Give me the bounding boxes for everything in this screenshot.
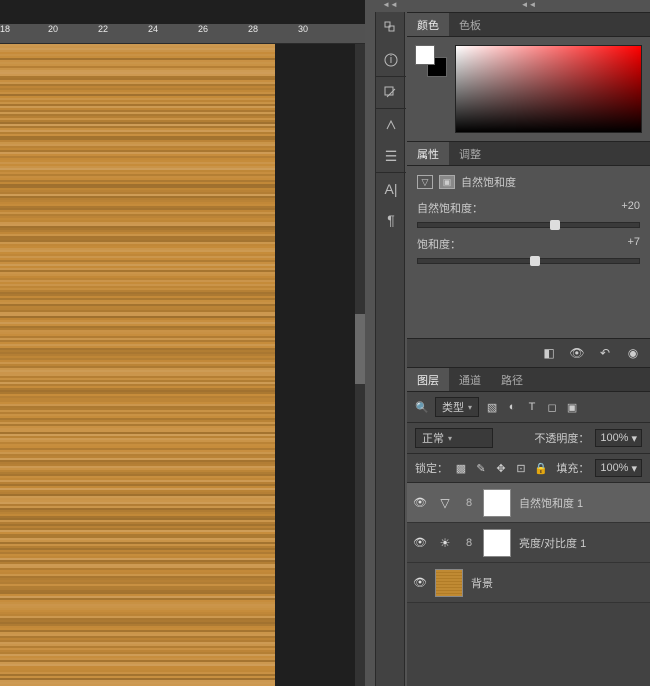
canvas-area: 18 20 22 24 26 28 30 xyxy=(0,0,365,686)
layer-name[interactable]: 亮度/对比度 1 xyxy=(519,535,586,551)
filter-type-icon[interactable]: T xyxy=(525,400,539,414)
slider-track[interactable] xyxy=(417,222,640,228)
filter-type-dropdown[interactable]: 类型▾ xyxy=(435,397,479,417)
right-panels: 颜色 色板 属性 调整 ▽ ▣ 自然饱和度 自然饱和度： +20 xyxy=(407,12,650,686)
lock-label: 锁定： xyxy=(415,460,448,476)
link-icon: 8 xyxy=(463,497,475,509)
filter-shape-icon[interactable]: ◻ xyxy=(545,400,559,414)
vibrance-slider: 自然饱和度： +20 xyxy=(417,200,640,228)
lock-paint-icon[interactable]: ✎ xyxy=(474,461,488,475)
tab-paths[interactable]: 路径 xyxy=(491,368,533,391)
layer-name[interactable]: 背景 xyxy=(471,575,493,591)
ruler-tick: 20 xyxy=(48,24,58,34)
tab-color[interactable]: 颜色 xyxy=(407,13,449,36)
layer-mask-thumbnail[interactable] xyxy=(483,489,511,517)
layers-panel: 图层 通道 路径 🔍 类型▾ ▧ ◐ T ◻ ▣ 正常▾ 不透明度： 100%▾… xyxy=(407,367,650,603)
layer-filter-bar: 🔍 类型▾ ▧ ◐ T ◻ ▣ xyxy=(407,392,650,423)
filter-adjust-icon[interactable]: ◐ xyxy=(505,400,519,414)
blend-mode-dropdown[interactable]: 正常▾ xyxy=(415,428,493,448)
properties-footer: ◧ 👁 ↶ ◉ xyxy=(407,338,650,367)
view-icon[interactable]: 👁 xyxy=(568,345,586,361)
layer-thumbnail[interactable] xyxy=(435,569,463,597)
visibility-toggle-icon[interactable]: 👁 xyxy=(413,576,427,590)
properties-tabs: 属性 调整 xyxy=(407,142,650,166)
ruler-tick: 22 xyxy=(98,24,108,34)
clip-icon[interactable]: ◧ xyxy=(540,345,558,361)
ruler-tick: 18 xyxy=(0,24,10,34)
lock-transparent-icon[interactable]: ▩ xyxy=(454,461,468,475)
vertical-scrollbar[interactable] xyxy=(355,44,365,686)
saturation-slider: 饱和度： +7 xyxy=(417,236,640,264)
tab-adjustments[interactable]: 调整 xyxy=(449,142,491,165)
tab-channels[interactable]: 通道 xyxy=(449,368,491,391)
opacity-input[interactable]: 100%▾ xyxy=(595,429,642,447)
tab-properties[interactable]: 属性 xyxy=(407,142,449,165)
collapse-panel-icon[interactable]: ◄◄ xyxy=(375,0,405,10)
layers-tabs: 图层 通道 路径 xyxy=(407,368,650,392)
search-icon[interactable]: 🔍 xyxy=(415,400,429,414)
lock-artboard-icon[interactable]: ⊡ xyxy=(514,461,528,475)
vertical-toolbar: i ☰ A| ¶ xyxy=(375,12,405,686)
visibility-toggle-icon[interactable]: 👁 xyxy=(413,536,427,550)
ruler-tick: 30 xyxy=(298,24,308,34)
layer-name[interactable]: 自然饱和度 1 xyxy=(519,495,583,511)
opacity-label: 不透明度： xyxy=(534,430,589,446)
slider-track[interactable] xyxy=(417,258,640,264)
slider-handle[interactable] xyxy=(550,220,560,230)
slider-value[interactable]: +7 xyxy=(627,236,640,252)
foreground-background-swatch[interactable] xyxy=(415,45,449,79)
ruler-tick: 26 xyxy=(198,24,208,34)
color-tabs: 颜色 色板 xyxy=(407,13,650,37)
paragraph-icon[interactable]: ¶ xyxy=(376,204,406,236)
slider-handle[interactable] xyxy=(530,256,540,266)
foreground-color-swatch[interactable] xyxy=(415,45,435,65)
preset-icon[interactable]: ☰ xyxy=(376,140,406,172)
layer-row[interactable]: 👁 背景 xyxy=(407,563,650,603)
svg-text:i: i xyxy=(390,54,392,66)
filter-smart-icon[interactable]: ▣ xyxy=(565,400,579,414)
collapse-panel-icon[interactable]: ◄◄ xyxy=(407,0,650,10)
history-icon[interactable] xyxy=(376,12,406,44)
swap-icon[interactable] xyxy=(376,76,406,108)
adjustment-icon: ▽ xyxy=(435,493,455,513)
color-picker-square[interactable] xyxy=(455,45,642,133)
filter-pixel-icon[interactable]: ▧ xyxy=(485,400,499,414)
fill-label: 填充： xyxy=(556,460,589,476)
link-icon: 8 xyxy=(463,537,475,549)
brush-icon[interactable] xyxy=(376,108,406,140)
layer-mask-thumbnail[interactable] xyxy=(483,529,511,557)
mask-icon: ▣ xyxy=(439,175,455,189)
layer-row[interactable]: 👁 ☀ 8 亮度/对比度 1 xyxy=(407,523,650,563)
fill-input[interactable]: 100%▾ xyxy=(595,459,642,477)
character-icon[interactable]: A| xyxy=(376,172,406,204)
lock-all-icon[interactable]: 🔒 xyxy=(534,461,548,475)
visible-icon[interactable]: ◉ xyxy=(624,345,642,361)
slider-label: 自然饱和度： xyxy=(417,200,483,216)
slider-label: 饱和度： xyxy=(417,236,461,252)
vibrance-adj-icon: ▽ xyxy=(417,175,433,189)
layer-row[interactable]: 👁 ▽ 8 自然饱和度 1 xyxy=(407,483,650,523)
slider-value[interactable]: +20 xyxy=(621,200,640,216)
reset-icon[interactable]: ↶ xyxy=(596,345,614,361)
adjustment-name: 自然饱和度 xyxy=(461,174,516,190)
blend-opacity-row: 正常▾ 不透明度： 100%▾ xyxy=(407,423,650,454)
color-panel: 颜色 色板 xyxy=(407,12,650,141)
horizontal-ruler[interactable]: 18 20 22 24 26 28 30 xyxy=(0,24,365,44)
properties-panel: 属性 调整 ▽ ▣ 自然饱和度 自然饱和度： +20 饱和度： +7 ◧ 👁 ↶ ◉ xyxy=(407,141,650,367)
lock-position-icon[interactable]: ✥ xyxy=(494,461,508,475)
tab-swatches[interactable]: 色板 xyxy=(449,13,491,36)
info-icon[interactable]: i xyxy=(376,44,406,76)
visibility-toggle-icon[interactable]: 👁 xyxy=(413,496,427,510)
ruler-tick: 28 xyxy=(248,24,258,34)
adjustment-icon: ☀ xyxy=(435,533,455,553)
document-canvas[interactable] xyxy=(0,44,275,686)
ruler-tick: 24 xyxy=(148,24,158,34)
lock-fill-row: 锁定： ▩ ✎ ✥ ⊡ 🔒 填充： 100%▾ xyxy=(407,454,650,483)
tab-layers[interactable]: 图层 xyxy=(407,368,449,391)
adjustment-title: ▽ ▣ 自然饱和度 xyxy=(417,174,640,190)
